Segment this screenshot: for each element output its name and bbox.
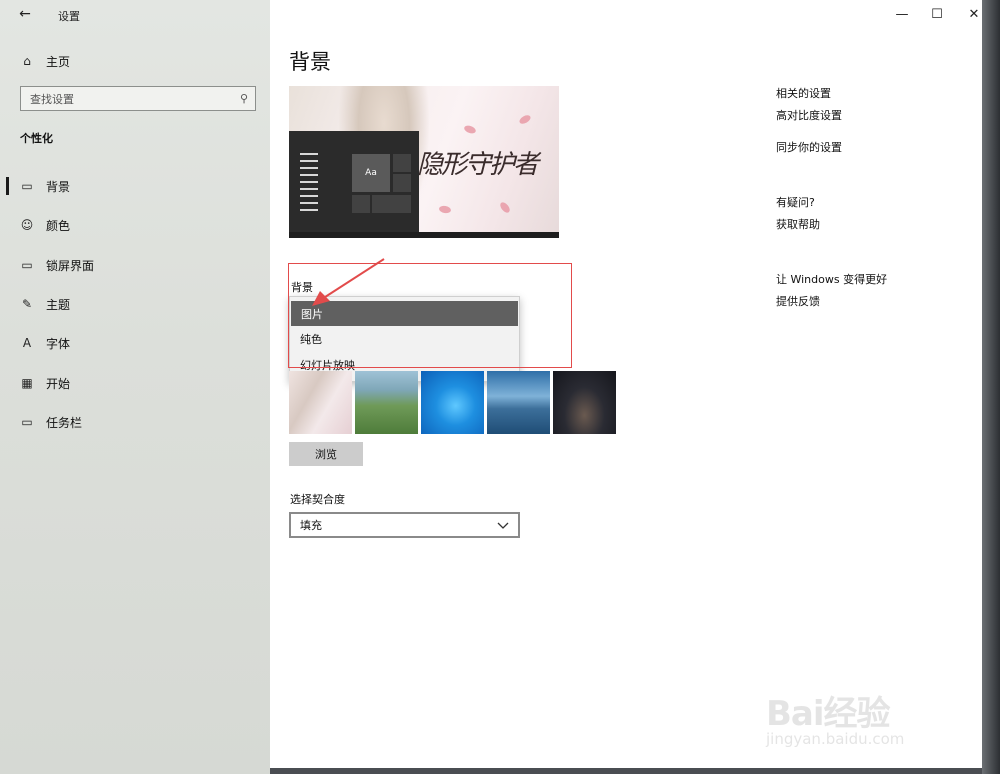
sidebar-item-label: 开始 (46, 376, 71, 391)
back-arrow-icon[interactable]: ← (14, 4, 36, 24)
desktop-edge (982, 0, 1000, 774)
fit-label: 选择契合度 (290, 493, 345, 506)
get-help-link[interactable]: 获取帮助 (776, 216, 820, 232)
sidebar-item-label: 背景 (46, 179, 71, 194)
maximize-button[interactable]: ☐ (925, 4, 949, 24)
taskbar-icon: ▭ (21, 415, 33, 429)
page-title: 背景 (289, 50, 331, 74)
browse-button[interactable]: 浏览 (289, 442, 363, 466)
sidebar-item-taskbar[interactable]: ▭ 任务栏 (0, 406, 270, 438)
tile (372, 195, 411, 213)
sidebar-item-fonts[interactable]: A 字体 (0, 327, 270, 359)
annotation-arrow-icon (312, 258, 385, 306)
sidebar-item-label: 锁屏界面 (46, 258, 95, 273)
search-placeholder: 查找设置 (30, 92, 74, 106)
section-heading: 个性化 (20, 132, 53, 145)
sidebar-item-background[interactable]: ▭ 背景 (0, 170, 270, 202)
fit-select-value: 填充 (300, 519, 322, 532)
high-contrast-link[interactable]: 高对比度设置 (776, 107, 842, 123)
sidebar-item-colors[interactable]: ☺ 颜色 (0, 209, 270, 241)
app-title: 设置 (58, 10, 80, 23)
search-icon: ⚲ (239, 92, 248, 105)
feedback-link[interactable]: 提供反馈 (776, 293, 820, 309)
sidebar-item-label: 颜色 (46, 218, 71, 233)
sidebar-item-start[interactable]: ▦ 开始 (0, 367, 270, 399)
petal-decoration (438, 205, 452, 214)
sync-settings-link[interactable]: 同步你的设置 (776, 139, 842, 155)
sample-tile: Aa (352, 154, 390, 192)
baidu-watermark: Bai经验 jingyan.baidu.com (760, 660, 960, 760)
sidebar-item-label: 主题 (46, 297, 71, 312)
recent-image-thumb[interactable] (487, 371, 550, 434)
sidebar-item-lock-screen[interactable]: ▭ 锁屏界面 (0, 249, 270, 281)
sidebar-item-label: 主页 (46, 54, 71, 69)
petal-decoration (463, 124, 477, 135)
sidebar-item-themes[interactable]: ✎ 主题 (0, 288, 270, 320)
question-heading: 有疑问? (776, 196, 815, 209)
watermark-url: jingyan.baidu.com (766, 730, 905, 748)
tile (393, 174, 411, 192)
petal-decoration (498, 200, 512, 215)
desktop-edge-bottom (270, 768, 982, 774)
image-icon: ▭ (21, 179, 33, 193)
start-icon: ▦ (21, 376, 33, 390)
sidebar-item-label: 字体 (46, 336, 71, 351)
palette-icon: ☺ (20, 218, 34, 232)
close-button[interactable]: ✕ (962, 4, 986, 24)
start-menu-preview: Aa (289, 131, 419, 232)
related-heading: 相关的设置 (776, 87, 831, 100)
chevron-down-icon (497, 522, 509, 529)
fit-select[interactable]: 填充 (289, 512, 520, 538)
watermark-text: Bai经验 (766, 694, 891, 734)
theme-icon: ✎ (21, 297, 33, 311)
tile (393, 154, 411, 172)
improve-heading: 让 Windows 变得更好 (776, 273, 888, 286)
recent-image-thumb[interactable] (553, 371, 616, 434)
recent-image-thumb[interactable] (289, 371, 352, 434)
wallpaper-calligraphy: 隐形守护者 (417, 150, 539, 180)
sidebar-item-home[interactable]: ⌂ 主页 (0, 45, 270, 77)
sidebar-item-label: 任务栏 (46, 415, 83, 430)
taskbar-preview (289, 232, 559, 238)
background-preview: 隐形守护者 Aa (289, 86, 559, 238)
sidebar: ← 设置 ⌂ 主页 查找设置 ⚲ 个性化 ▭ 背景 ☺ 颜色 ▭ 锁屏界面 ✎ … (0, 0, 270, 774)
tile (352, 195, 370, 213)
petal-decoration (518, 113, 532, 126)
home-icon: ⌂ (23, 54, 31, 68)
search-input[interactable]: 查找设置 ⚲ (20, 86, 256, 111)
recent-image-thumb[interactable] (355, 371, 418, 434)
font-icon: A (22, 336, 32, 350)
minimize-button[interactable]: — (890, 4, 914, 24)
recent-image-thumb[interactable] (421, 371, 484, 434)
lock-screen-icon: ▭ (21, 258, 33, 272)
app-list-preview (300, 153, 318, 216)
